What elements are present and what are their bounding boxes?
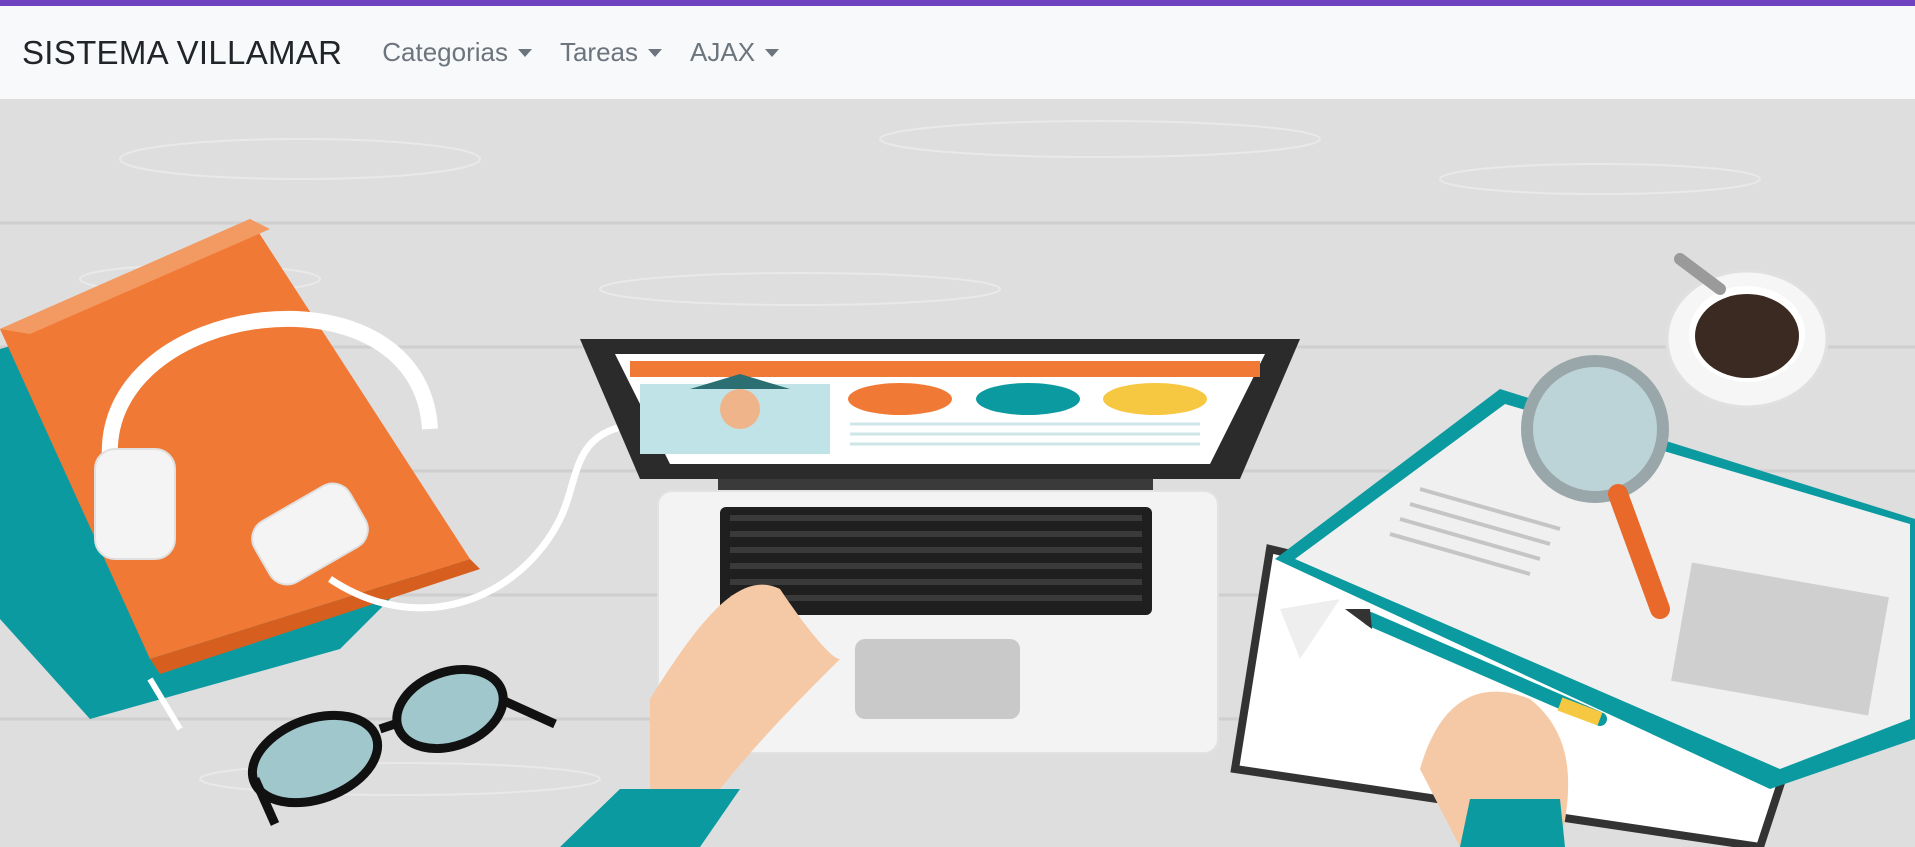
nav-label-tareas: Tareas	[559, 37, 639, 67]
hero-image	[0, 99, 1915, 847]
nav-label-categorias: Categorias	[382, 37, 508, 67]
navbar: SISTEMA VILLAMAR Categorias Tareas AJAX	[0, 6, 1915, 99]
nav-dropdown-ajax[interactable]: AJAX	[690, 37, 780, 68]
caret-down-icon	[648, 48, 663, 57]
nav-label-ajax: AJAX	[690, 37, 756, 67]
caret-down-icon	[765, 48, 780, 57]
caret-down-icon	[517, 48, 532, 57]
desk-illustration	[0, 99, 1915, 847]
brand-link[interactable]: SISTEMA VILLAMAR	[22, 34, 342, 72]
nav-dropdown-categorias[interactable]: Categorias	[382, 37, 532, 68]
nav-dropdown-tareas[interactable]: Tareas	[559, 37, 663, 68]
